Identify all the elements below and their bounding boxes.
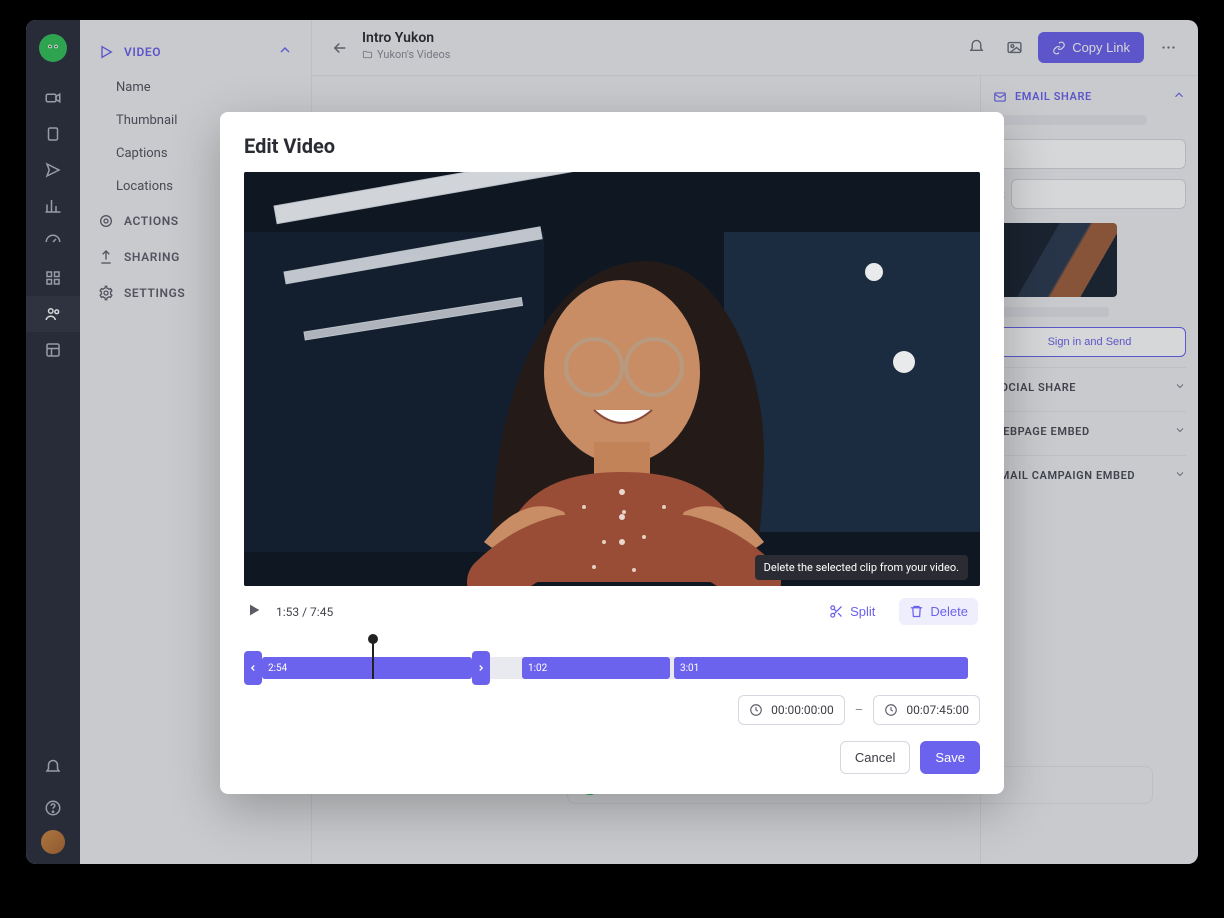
delete-tooltip: Delete the selected clip from your video… (755, 555, 968, 580)
video-preview[interactable] (244, 172, 980, 586)
modal-overlay: Edit Video (26, 20, 1198, 864)
split-button[interactable]: Split (819, 598, 885, 625)
range-separator: – (855, 703, 864, 718)
modal-title: Edit Video (244, 134, 980, 158)
save-label: Save (935, 750, 965, 765)
trim-handle-right[interactable] (472, 651, 490, 685)
playback-time: 1:53 / 7:45 (276, 605, 333, 619)
split-label: Split (850, 604, 875, 619)
timecode-end[interactable]: 00:07:45:00 (873, 695, 980, 725)
timeline[interactable]: 2:54 1:02 3:01 (244, 637, 980, 683)
edit-video-modal: Edit Video (220, 112, 1004, 794)
trim-handle-left[interactable] (244, 651, 262, 685)
timeline-clip-3[interactable]: 3:01 (674, 657, 968, 679)
delete-label: Delete (930, 604, 968, 619)
timeline-clip-1[interactable]: 2:54 (262, 657, 472, 679)
cancel-label: Cancel (855, 750, 895, 765)
timecode-start[interactable]: 00:00:00:00 (738, 695, 845, 725)
scissors-icon (829, 604, 844, 619)
timecode-value: 00:07:45:00 (906, 703, 969, 717)
clip-duration: 2:54 (268, 663, 287, 674)
cancel-button[interactable]: Cancel (840, 741, 910, 774)
trash-icon (909, 604, 924, 619)
save-button[interactable]: Save (920, 741, 980, 774)
clip-duration: 3:01 (680, 663, 699, 674)
clock-icon (749, 703, 763, 717)
clip-duration: 1:02 (528, 663, 547, 674)
timecode-value: 00:00:00:00 (771, 703, 834, 717)
timeline-clip-2[interactable]: 1:02 (522, 657, 670, 679)
delete-button[interactable]: Delete (899, 598, 978, 625)
play-button[interactable] (246, 602, 262, 622)
playhead[interactable] (372, 637, 374, 679)
clock-icon (884, 703, 898, 717)
